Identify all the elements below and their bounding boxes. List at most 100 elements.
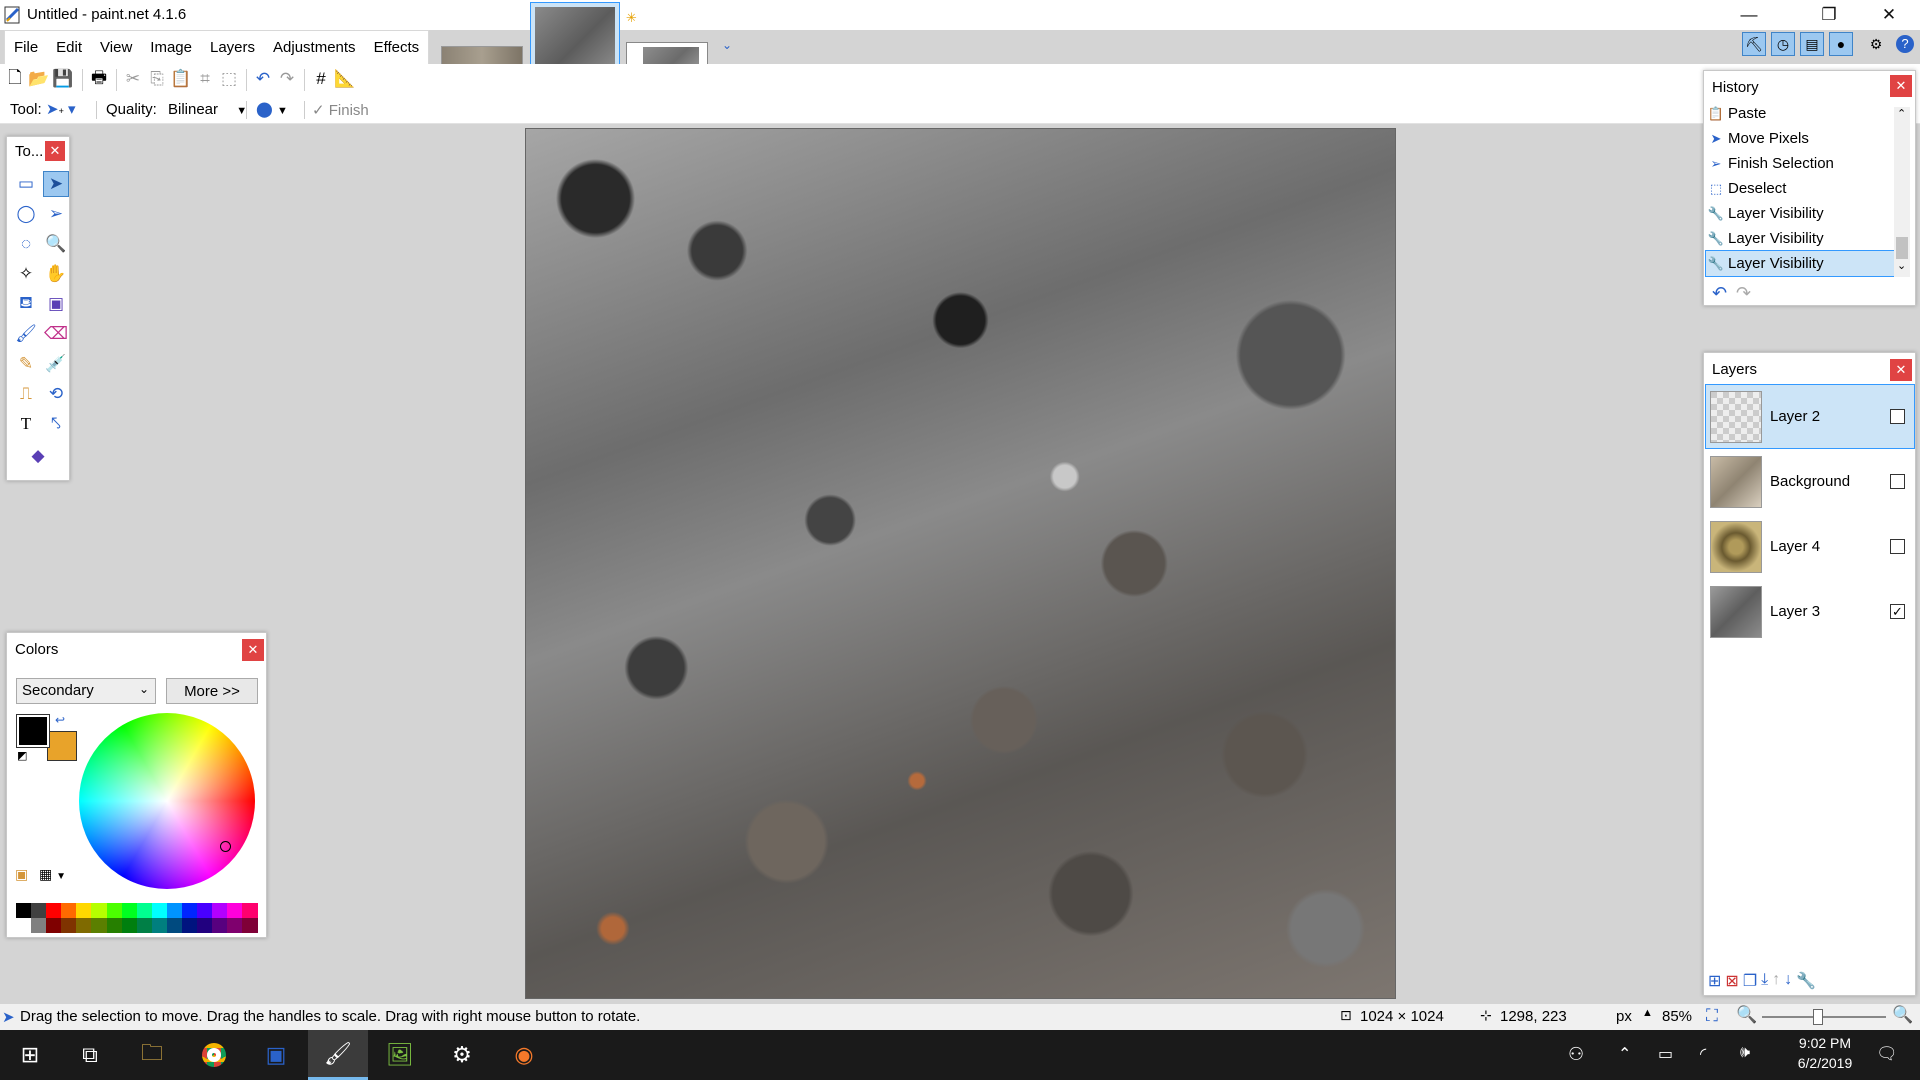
palette-swatch[interactable] [46,918,62,933]
crop-to-selection-icon[interactable]: ⌗ [194,68,216,90]
zoom-slider-thumb[interactable] [1813,1009,1823,1025]
layer-properties-icon[interactable]: 🔧 [1796,971,1816,993]
palette-swatch[interactable] [31,918,47,933]
paint-bucket-tool-icon[interactable]: ⛾ [13,291,39,317]
add-to-palette-icon[interactable]: ▣ [15,866,28,883]
volume-icon[interactable]: 🕪 [1740,1044,1750,1062]
cut-icon[interactable]: ✂ [122,68,144,90]
units-selector[interactable]: px [1616,1008,1632,1025]
palette-swatch[interactable] [197,918,213,933]
people-icon[interactable]: ⚇ [1568,1044,1584,1065]
history-item[interactable]: ➢ Finish Selection [1706,151,1896,176]
new-file-icon[interactable]: 🗋 [4,68,26,90]
menu-effects[interactable]: Effects [365,33,429,62]
delete-layer-icon[interactable]: ⊠ [1725,971,1738,993]
paintbrush-tool-icon[interactable]: 🖌 [13,321,39,347]
windows-start-icon[interactable]: ⊞ [0,1030,60,1080]
units-chevron-up-icon[interactable]: ▲ [1642,1007,1653,1019]
palette-swatch[interactable] [182,903,198,918]
selection-mode-icon[interactable]: ⬤ ▼ [256,100,288,118]
layer-visibility-checkbox[interactable]: ✓ [1890,604,1905,619]
layer-row[interactable]: Layer 4 [1706,515,1914,578]
palette-swatch[interactable] [227,918,243,933]
eraser-tool-icon[interactable]: ⌫ [43,321,69,347]
image-canvas[interactable] [525,128,1396,999]
move-layer-up-icon[interactable]: ↑ [1772,971,1780,993]
palette-swatch[interactable] [182,918,198,933]
task-view-icon[interactable]: ⧉ [60,1030,120,1080]
minimize-button[interactable]: — [1720,0,1778,30]
show-hidden-icons-chevron-up-icon[interactable]: ⌃ [1618,1044,1631,1064]
quality-dropdown[interactable]: Bilinear ▼ [168,101,247,118]
secondary-color-swatch[interactable] [47,731,77,761]
zoom-slider-track[interactable] [1762,1016,1886,1018]
clock[interactable]: 9:02 PM 6/2/2019 [1780,1035,1870,1071]
palette-swatch[interactable] [121,918,137,933]
history-redo-icon[interactable]: ↷ [1736,283,1751,304]
history-item[interactable]: 🔧 Layer Visibility [1705,250,1897,277]
close-button[interactable]: ✕ [1860,0,1918,30]
palette-swatch[interactable] [227,903,243,918]
history-item[interactable]: 📋 Paste [1706,101,1896,126]
palette-swatch[interactable] [151,903,167,918]
help-icon[interactable]: ? [1893,32,1917,56]
history-item[interactable]: ⬚ Deselect [1706,176,1896,201]
palette-swatch[interactable] [76,903,92,918]
merge-layer-down-icon[interactable]: ⤓ [1761,971,1768,993]
current-tool-move-selected-icon[interactable]: ➤+ ▾ [46,100,76,118]
blender-icon[interactable]: ◉ [494,1030,554,1080]
paste-icon[interactable]: 📋 [170,68,192,90]
menu-file[interactable]: File [5,33,47,62]
primary-color-swatch[interactable] [16,714,50,748]
gradient-tool-icon[interactable]: ▣ [43,291,69,317]
menu-image[interactable]: Image [141,33,201,62]
layers-window-toggle-icon[interactable]: ▤ [1800,32,1824,56]
palette-swatch[interactable] [16,903,32,918]
move-selection-tool-icon[interactable]: ➢ [43,201,69,227]
zoom-tool-icon[interactable]: 🔍 [43,231,69,257]
layer-row[interactable]: Background [1706,450,1914,513]
palette-swatch[interactable] [197,903,213,918]
tools-close-icon[interactable]: ✕ [45,141,65,161]
palette-swatch[interactable] [242,918,258,933]
layer-visibility-checkbox[interactable] [1890,409,1905,424]
layer-row[interactable]: Layer 2 [1705,384,1915,449]
palette-swatch[interactable] [212,918,228,933]
history-undo-icon[interactable]: ↶ [1712,283,1727,304]
scroll-up-icon[interactable]: ⌃ [1897,107,1906,120]
layer-visibility-checkbox[interactable] [1890,474,1905,489]
add-layer-icon[interactable]: ⊞ [1708,971,1721,993]
history-item[interactable]: 🔧 Layer Visibility [1706,226,1896,251]
text-tool-icon[interactable]: T [13,411,39,437]
palette-menu-icon[interactable]: ▦ ▼ [39,866,66,883]
move-layer-down-icon[interactable]: ↓ [1784,971,1792,993]
palette-swatch[interactable] [31,903,47,918]
colors-close-icon[interactable]: ✕ [242,639,264,661]
history-item[interactable]: ➤ Move Pixels [1706,126,1896,151]
zoom-level[interactable]: 85% [1662,1008,1692,1025]
rulers-icon[interactable]: 📐 [334,68,356,90]
finish-button[interactable]: ✓ Finish [312,101,369,119]
colors-window-toggle-icon[interactable]: ● [1829,32,1853,56]
magic-wand-tool-icon[interactable]: ✧ [13,261,39,287]
zoom-to-window-icon[interactable]: ⛶ [1706,1006,1718,1026]
pan-tool-icon[interactable]: ✋ [43,261,69,287]
palette-swatch[interactable] [16,918,32,933]
layer-visibility-checkbox[interactable] [1890,539,1905,554]
palette-swatch[interactable] [166,918,183,933]
color-wheel-cursor[interactable] [220,841,231,852]
battery-icon[interactable]: ▭ [1658,1044,1673,1064]
palette-swatch[interactable] [91,918,107,933]
menu-adjustments[interactable]: Adjustments [264,33,365,62]
history-scrollbar[interactable]: ⌃ ⌄ [1894,107,1910,277]
settings-gear-icon[interactable]: ⚙ [1864,32,1888,56]
print-icon[interactable]: 🖶 [88,68,110,90]
menu-view[interactable]: View [91,33,141,62]
action-center-icon[interactable]: 🗨 [1876,1044,1898,1064]
clone-stamp-tool-icon[interactable]: ⎍ [13,381,39,407]
deselect-icon[interactable]: ⬚ [218,68,240,90]
layer-row[interactable]: Layer 3 ✓ [1706,580,1914,643]
paintnet-taskbar-icon[interactable]: 🖌 [308,1030,368,1080]
color-wheel[interactable] [79,713,255,889]
color-target-dropdown[interactable]: Secondary ⌄ [16,678,156,704]
